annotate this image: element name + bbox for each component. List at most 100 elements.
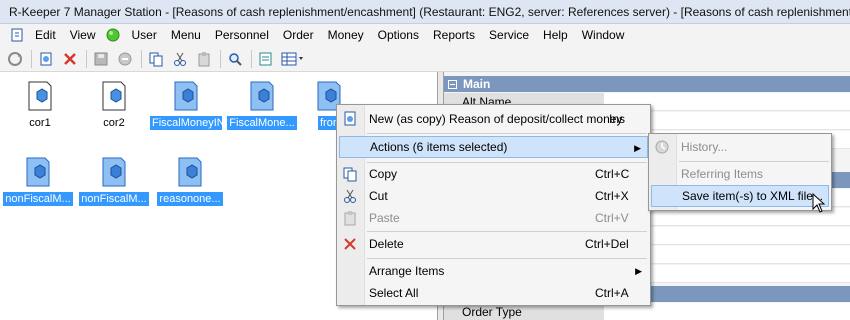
item-label: cor2 xyxy=(103,117,125,129)
paste-button[interactable] xyxy=(193,48,215,70)
submenu-arrow-icon: ▶ xyxy=(634,143,641,153)
menu-item-shortcut: Ctrl+Del xyxy=(585,237,629,251)
list-item[interactable]: FiscalMone... xyxy=(226,76,298,136)
toolbar-separator xyxy=(141,49,142,68)
save-button[interactable] xyxy=(90,48,112,70)
item-label: nonFiscalM... xyxy=(3,192,73,206)
menu-item-save-xml[interactable]: Save item(-s) to XML file... xyxy=(651,185,829,207)
item-label: cor1 xyxy=(29,117,51,129)
menu-item-label: Copy xyxy=(369,167,398,181)
properties-button[interactable] xyxy=(255,48,277,70)
find-button[interactable] xyxy=(224,48,246,70)
refresh-button[interactable] xyxy=(4,48,26,70)
menu-item-label: Actions (6 items selected) xyxy=(370,140,508,154)
document-icon xyxy=(178,157,202,187)
scissors-icon xyxy=(341,187,359,205)
menu-item-label: Paste xyxy=(369,211,400,225)
menu-help[interactable]: Help xyxy=(536,25,575,45)
menu-item-label: New (as copy) Reason of deposit/collect … xyxy=(369,112,623,126)
document-menu-icon[interactable] xyxy=(6,25,28,45)
menu-item-select-all[interactable]: Select All Ctrl+A xyxy=(339,282,648,304)
list-item[interactable]: fron xyxy=(300,76,341,136)
menu-item-label: Cut xyxy=(369,189,388,203)
window-title: R-Keeper 7 Manager Station - [Reasons of… xyxy=(9,4,850,19)
document-icon xyxy=(26,157,50,187)
toolbar-separator xyxy=(86,49,87,68)
menu-options[interactable]: Options xyxy=(371,25,426,45)
menu-service[interactable]: Service xyxy=(482,25,536,45)
toolbar-separator xyxy=(220,49,221,68)
menu-item-arrange[interactable]: Arrange Items ▶ xyxy=(339,260,648,282)
menu-item-label: Select All xyxy=(369,286,419,300)
list-item[interactable]: nonFiscalM... xyxy=(78,152,150,212)
list-item[interactable]: cor1 xyxy=(4,76,76,136)
menu-window[interactable]: Window xyxy=(575,25,632,45)
menu-item-copy[interactable]: Copy Ctrl+C xyxy=(339,163,648,185)
list-item[interactable]: nonFiscalM... xyxy=(2,152,74,212)
menu-user[interactable]: User xyxy=(124,25,163,45)
menu-item-cut[interactable]: Cut Ctrl+X xyxy=(339,185,648,207)
view-mode-button[interactable] xyxy=(279,48,307,70)
menu-item-shortcut: Ins xyxy=(609,112,626,126)
menu-personnel[interactable]: Personnel xyxy=(208,25,276,45)
menu-item-label: Delete xyxy=(369,237,404,251)
menu-order[interactable]: Order xyxy=(276,25,321,45)
new-copy-icon xyxy=(341,110,359,128)
status-online-icon xyxy=(102,25,124,45)
title-bar: R-Keeper 7 Manager Station - [Reasons of… xyxy=(0,0,850,24)
menu-item-actions[interactable]: Actions (6 items selected) ▶ xyxy=(339,136,648,158)
menu-item-history[interactable]: History... xyxy=(651,136,829,158)
document-icon xyxy=(102,81,126,111)
item-label: nonFiscalM... xyxy=(79,192,149,206)
menu-separator xyxy=(367,258,647,259)
menu-item-label: Arrange Items xyxy=(369,264,445,278)
menu-item-delete[interactable]: Delete Ctrl+Del xyxy=(339,233,648,255)
delete-button[interactable] xyxy=(59,48,81,70)
collapse-icon[interactable] xyxy=(448,79,457,89)
menu-menu[interactable]: Menu xyxy=(164,25,208,45)
new-item-button[interactable] xyxy=(35,48,57,70)
copy-icon xyxy=(341,165,359,183)
history-icon xyxy=(653,138,671,156)
mouse-cursor-icon xyxy=(812,193,826,213)
menu-item-paste[interactable]: Paste Ctrl+V xyxy=(339,207,648,229)
menu-reports[interactable]: Reports xyxy=(426,25,482,45)
menu-money[interactable]: Money xyxy=(321,25,371,45)
menu-edit[interactable]: Edit xyxy=(28,25,63,45)
menu-item-referring[interactable]: Referring Items xyxy=(651,163,829,185)
menu-item-label: Referring Items xyxy=(681,167,764,181)
delete-icon xyxy=(341,235,359,253)
menu-bar: Edit View User Menu Personnel Order Mone… xyxy=(0,24,850,46)
list-item[interactable]: reasonone... xyxy=(154,152,226,212)
copy-button[interactable] xyxy=(145,48,167,70)
menu-item-shortcut: Ctrl+A xyxy=(595,286,629,300)
context-menu: New (as copy) Reason of deposit/collect … xyxy=(336,104,651,306)
menu-separator xyxy=(367,133,647,134)
document-icon xyxy=(174,81,198,111)
section-main-header[interactable]: Main xyxy=(444,76,850,92)
menu-item-shortcut: Ctrl+V xyxy=(595,211,629,225)
item-label: FiscalMone... xyxy=(227,116,297,130)
toolbar xyxy=(0,46,850,72)
toolbar-separator xyxy=(31,49,32,68)
list-item[interactable]: cor2 xyxy=(78,76,150,136)
menu-item-label: History... xyxy=(681,140,728,154)
item-label: FiscalMoneyIN xyxy=(150,116,222,130)
item-label: reasonone... xyxy=(157,192,223,206)
document-icon xyxy=(102,157,126,187)
list-item[interactable]: FiscalMoneyIN xyxy=(150,76,222,136)
cut-button[interactable] xyxy=(169,48,191,70)
paste-icon xyxy=(341,209,359,227)
menu-item-shortcut: Ctrl+X xyxy=(595,189,629,203)
toolbar-separator xyxy=(251,49,252,68)
menu-view[interactable]: View xyxy=(63,25,103,45)
menu-item-shortcut: Ctrl+C xyxy=(595,167,630,181)
document-icon xyxy=(250,81,274,111)
menu-separator xyxy=(679,161,829,162)
cancel-changes-button[interactable] xyxy=(114,48,136,70)
menu-item-label: Save item(-s) to XML file... xyxy=(682,189,823,203)
menu-item-new-copy[interactable]: New (as copy) Reason of deposit/collect … xyxy=(339,108,648,130)
submenu-arrow-icon: ▶ xyxy=(635,266,642,276)
actions-submenu: History... Referring Items Save item(-s)… xyxy=(648,133,832,211)
section-main-title: Main xyxy=(463,77,491,91)
